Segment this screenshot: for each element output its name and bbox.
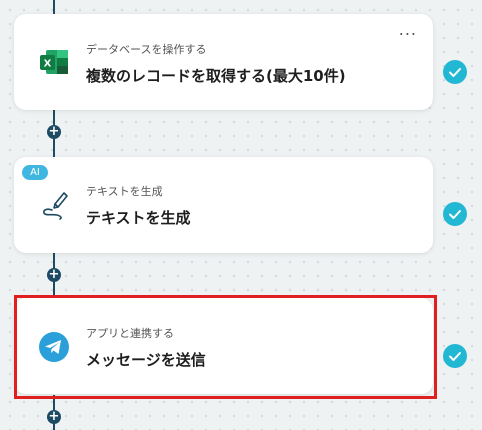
step-card-excel[interactable]: X データベースを操作する 複数のレコードを取得する(最大10件) ... bbox=[14, 14, 433, 110]
pen-icon bbox=[43, 192, 68, 220]
step-title: テキストを生成 bbox=[86, 209, 191, 227]
completed-check-icon bbox=[443, 202, 467, 226]
add-step-button[interactable]: + bbox=[47, 410, 61, 424]
flow-connector bbox=[53, 0, 55, 14]
selection-highlight bbox=[14, 295, 437, 399]
add-step-button[interactable]: + bbox=[47, 268, 61, 282]
step-card-text-generation[interactable]: テキストを生成 テキストを生成 bbox=[14, 157, 433, 253]
more-options-icon[interactable]: ... bbox=[399, 22, 417, 38]
excel-icon: X bbox=[40, 50, 68, 74]
step-category: データベースを操作する bbox=[86, 43, 207, 56]
add-step-button[interactable]: + bbox=[47, 125, 61, 139]
svg-text:X: X bbox=[44, 59, 52, 70]
completed-check-icon bbox=[443, 60, 467, 84]
step-title: 複数のレコードを取得する(最大10件) bbox=[86, 67, 346, 85]
ai-badge: AI bbox=[22, 165, 48, 180]
step-category: テキストを生成 bbox=[86, 185, 163, 198]
completed-check-icon bbox=[443, 344, 467, 368]
